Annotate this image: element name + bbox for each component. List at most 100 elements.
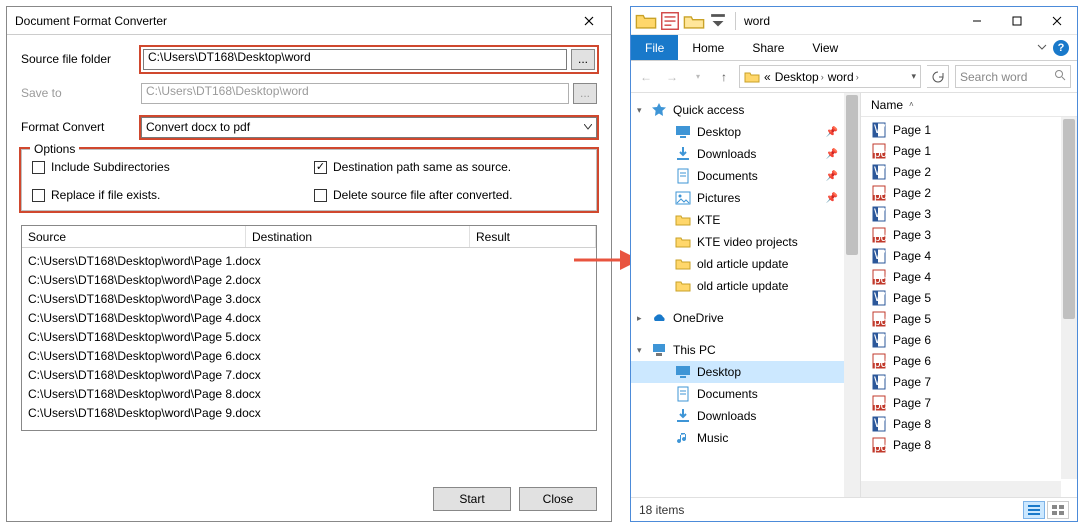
nav-item[interactable]: Documents📌 bbox=[631, 165, 860, 187]
tab-share[interactable]: Share bbox=[738, 35, 798, 60]
chevron-down-icon[interactable]: ▾ bbox=[911, 71, 916, 82]
close-button[interactable] bbox=[1037, 8, 1077, 34]
list-item[interactable]: C:\Users\DT168\Desktop\word\Page 9.docx bbox=[22, 404, 596, 423]
scrollbar[interactable] bbox=[1061, 117, 1077, 479]
file-item[interactable]: pdfPage 2 bbox=[861, 182, 1077, 203]
checkbox-icon bbox=[314, 189, 327, 202]
file-item[interactable]: pdfPage 5 bbox=[861, 308, 1077, 329]
close-button[interactable]: Close bbox=[519, 487, 597, 511]
format-convert-select[interactable]: Convert docx to pdf bbox=[141, 117, 597, 138]
help-icon[interactable]: ? bbox=[1053, 40, 1069, 56]
dest-same-as-source-checkbox[interactable]: Destination path same as source. bbox=[314, 160, 586, 174]
pic-icon bbox=[675, 190, 691, 206]
docx-file-icon: W bbox=[871, 332, 887, 348]
file-pane: Name ˄ WPage 1pdfPage 1WPage 2pdfPage 2W… bbox=[861, 93, 1077, 497]
nav-item[interactable]: ▸OneDrive bbox=[631, 307, 860, 329]
col-name-header[interactable]: Name ˄ bbox=[871, 98, 914, 112]
file-item[interactable]: WPage 1 bbox=[861, 119, 1077, 140]
status-bar: 18 items bbox=[631, 497, 1077, 521]
include-subdirs-checkbox[interactable]: Include Subdirectories bbox=[32, 160, 304, 174]
forward-button[interactable]: → bbox=[663, 68, 681, 86]
file-item[interactable]: pdfPage 8 bbox=[861, 434, 1077, 455]
refresh-button[interactable] bbox=[927, 65, 949, 88]
list-item[interactable]: C:\Users\DT168\Desktop\word\Page 1.docx bbox=[22, 252, 596, 271]
source-folder-input[interactable]: C:\Users\DT168\Desktop\word bbox=[143, 49, 567, 70]
nav-item[interactable]: old article update bbox=[631, 275, 860, 297]
nav-item[interactable]: old article update bbox=[631, 253, 860, 275]
back-button[interactable]: ← bbox=[637, 68, 655, 86]
breadcrumb[interactable]: « Desktop› word› ▾ bbox=[739, 65, 921, 88]
tab-home[interactable]: Home bbox=[678, 35, 738, 60]
file-item[interactable]: pdfPage 1 bbox=[861, 140, 1077, 161]
list-item[interactable]: C:\Users\DT168\Desktop\word\Page 6.docx bbox=[22, 347, 596, 366]
nav-item[interactable]: Pictures📌 bbox=[631, 187, 860, 209]
search-input[interactable]: Search word bbox=[955, 65, 1071, 88]
properties-icon[interactable] bbox=[659, 10, 681, 32]
nav-item[interactable]: ▾This PC bbox=[631, 339, 860, 361]
navigation-pane: ▾Quick accessDesktop📌Downloads📌Documents… bbox=[631, 93, 861, 497]
desktop-icon bbox=[675, 364, 691, 380]
docx-file-icon: W bbox=[871, 248, 887, 264]
recent-dropdown-icon[interactable]: ▾ bbox=[689, 68, 707, 86]
checkbox-icon bbox=[32, 189, 45, 202]
ribbon-expand-icon[interactable] bbox=[1037, 41, 1047, 55]
start-button[interactable]: Start bbox=[433, 487, 511, 511]
save-to-input: C:\Users\DT168\Desktop\word bbox=[141, 83, 569, 104]
svg-text:pdf: pdf bbox=[874, 356, 887, 369]
ribbon-tabs: File Home Share View ? bbox=[631, 35, 1077, 61]
nav-item[interactable]: ▾Quick access bbox=[631, 99, 860, 121]
nav-item[interactable]: Downloads📌 bbox=[631, 143, 860, 165]
nav-item[interactable]: Desktop bbox=[631, 361, 860, 383]
format-convert-value: Convert docx to pdf bbox=[146, 120, 250, 134]
delete-after-convert-checkbox[interactable]: Delete source file after converted. bbox=[314, 188, 586, 202]
scrollbar[interactable] bbox=[844, 93, 860, 497]
maximize-button[interactable] bbox=[997, 8, 1037, 34]
file-item[interactable]: WPage 4 bbox=[861, 245, 1077, 266]
list-item[interactable]: C:\Users\DT168\Desktop\word\Page 4.docx bbox=[22, 309, 596, 328]
svg-text:pdf: pdf bbox=[874, 272, 887, 285]
nav-item[interactable]: KTE video projects bbox=[631, 231, 860, 253]
docx-file-icon: W bbox=[871, 290, 887, 306]
browse-source-button[interactable]: ... bbox=[571, 49, 595, 70]
list-item[interactable]: C:\Users\DT168\Desktop\word\Page 5.docx bbox=[22, 328, 596, 347]
address-bar: ← → ▾ ↑ « Desktop› word› ▾ Search word bbox=[631, 61, 1077, 93]
file-item[interactable]: pdfPage 7 bbox=[861, 392, 1077, 413]
nav-item[interactable]: Downloads bbox=[631, 405, 860, 427]
nav-item[interactable]: Documents bbox=[631, 383, 860, 405]
file-item[interactable]: pdfPage 3 bbox=[861, 224, 1077, 245]
nav-item[interactable]: Music bbox=[631, 427, 860, 449]
nav-item[interactable]: Desktop📌 bbox=[631, 121, 860, 143]
nav-item[interactable]: KTE bbox=[631, 209, 860, 231]
tab-view[interactable]: View bbox=[798, 35, 852, 60]
list-item[interactable]: C:\Users\DT168\Desktop\word\Page 8.docx bbox=[22, 385, 596, 404]
col-destination-header[interactable]: Destination bbox=[246, 226, 470, 247]
doc-icon bbox=[675, 386, 691, 402]
file-item[interactable]: WPage 6 bbox=[861, 329, 1077, 350]
file-item[interactable]: WPage 3 bbox=[861, 203, 1077, 224]
icons-view-button[interactable] bbox=[1047, 501, 1069, 519]
file-item[interactable]: pdfPage 6 bbox=[861, 350, 1077, 371]
qat-dropdown-icon[interactable] bbox=[707, 10, 729, 32]
file-item[interactable]: WPage 2 bbox=[861, 161, 1077, 182]
minimize-button[interactable] bbox=[957, 8, 997, 34]
scrollbar-horizontal[interactable] bbox=[861, 481, 1061, 497]
new-folder-icon[interactable] bbox=[683, 10, 705, 32]
chevron-down-icon bbox=[584, 124, 592, 130]
file-item[interactable]: WPage 7 bbox=[861, 371, 1077, 392]
col-source-header[interactable]: Source bbox=[22, 226, 246, 247]
dialog-title: Document Format Converter bbox=[15, 14, 575, 28]
explorer-title: word bbox=[742, 14, 957, 28]
list-item[interactable]: C:\Users\DT168\Desktop\word\Page 7.docx bbox=[22, 366, 596, 385]
list-item[interactable]: C:\Users\DT168\Desktop\word\Page 2.docx bbox=[22, 271, 596, 290]
tab-file[interactable]: File bbox=[631, 35, 678, 60]
details-view-button[interactable] bbox=[1023, 501, 1045, 519]
file-item[interactable]: pdfPage 4 bbox=[861, 266, 1077, 287]
replace-if-exists-checkbox[interactable]: Replace if file exists. bbox=[32, 188, 304, 202]
up-button[interactable]: ↑ bbox=[715, 68, 733, 86]
sort-asc-icon: ˄ bbox=[909, 100, 914, 109]
close-icon[interactable] bbox=[575, 11, 603, 31]
file-item[interactable]: WPage 5 bbox=[861, 287, 1077, 308]
list-item[interactable]: C:\Users\DT168\Desktop\word\Page 3.docx bbox=[22, 290, 596, 309]
format-convert-label: Format Convert bbox=[21, 120, 141, 134]
file-item[interactable]: WPage 8 bbox=[861, 413, 1077, 434]
